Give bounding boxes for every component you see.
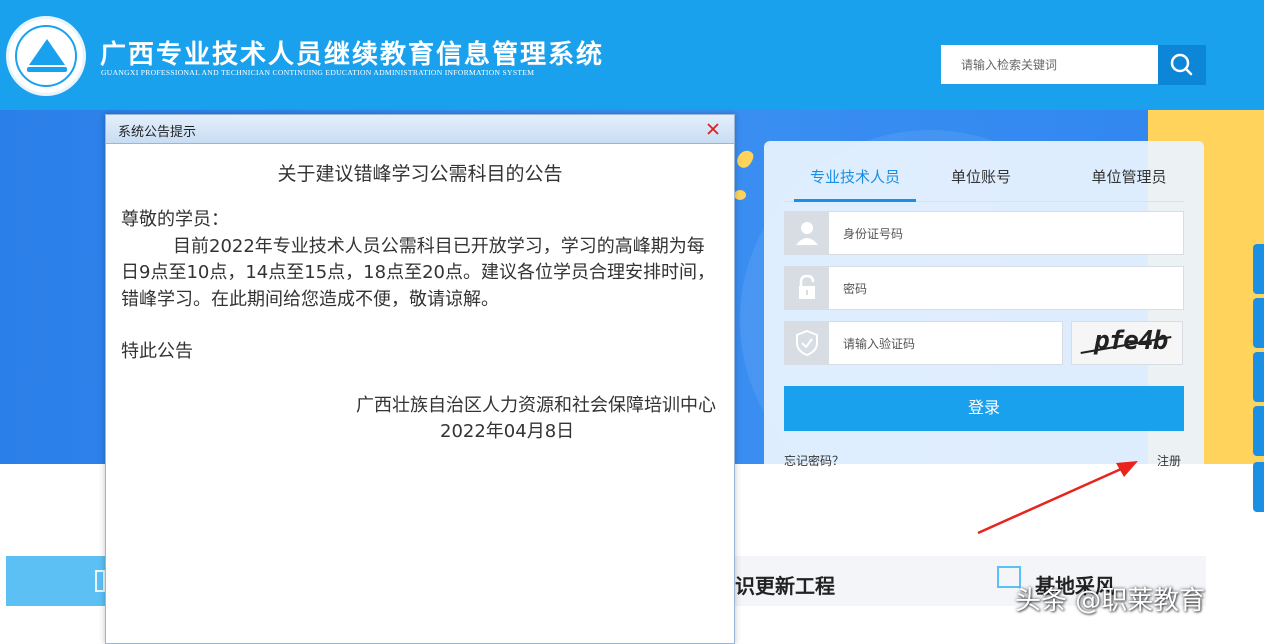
tab-unit-admin[interactable]: 单位管理员 — [1079, 161, 1179, 199]
shield-icon — [785, 322, 829, 364]
lock-icon — [785, 267, 829, 309]
captcha-input[interactable] — [841, 322, 1045, 366]
side-float-tab-2[interactable] — [1253, 298, 1264, 348]
site-title: 广西专业技术人员继续教育信息管理系统 — [100, 40, 605, 70]
site-header: 广西专业技术人员继续教育信息管理系统 GUANGXI PROFESSIONAL … — [0, 0, 1264, 110]
captcha-field — [784, 321, 1063, 366]
notice-body: 尊敬的学员： 目前2022年专业技术人员公需科目已开放学习，学习的高峰期为每日9… — [121, 207, 721, 366]
captcha-text: pfe4b — [1094, 326, 1168, 356]
notice-greeting: 尊敬的学员： — [121, 209, 229, 230]
book-icon — [95, 570, 105, 592]
register-link[interactable]: 注册 — [1157, 452, 1181, 469]
tab-unit-account[interactable]: 单位账号 — [939, 161, 1023, 199]
modal-close-button[interactable] — [704, 120, 722, 138]
id-number-input[interactable] — [841, 212, 1145, 256]
notice-closing: 特此公告 — [121, 341, 193, 362]
annotation-arrow-icon — [977, 461, 1138, 535]
notice-title: 关于建议错峰学习公需科目的公告 — [277, 163, 563, 185]
side-float-tab-5[interactable] — [1253, 462, 1264, 512]
side-float-tab-1[interactable] — [1253, 244, 1264, 294]
site-logo — [6, 16, 86, 96]
password-field — [784, 266, 1184, 311]
notice-paragraph: 目前2022年专业技术人员公需科目已开放学习，学习的高峰期为每日9点至10点，1… — [121, 235, 715, 310]
side-float-tab-3[interactable] — [1253, 352, 1264, 402]
search-icon — [1170, 53, 1193, 76]
login-tabs: 专业技术人员 单位账号 单位管理员 — [784, 161, 1184, 202]
announcement-modal: 系统公告提示 关于建议错峰学习公需科目的公告 尊敬的学员： 目前2022年专业技… — [105, 114, 735, 644]
login-panel: 专业技术人员 单位账号 单位管理员 身份证号码 请输入验证码 pfe4b 登录 … — [764, 141, 1204, 468]
tab-professional[interactable]: 专业技术人员 — [794, 161, 916, 202]
site-subtitle: GUANGXI PROFESSIONAL AND TECHNICIAN CONT… — [101, 68, 535, 77]
search-button[interactable] — [1158, 45, 1206, 85]
watermark-text: 头条 @职莱教育 — [1015, 586, 1206, 616]
login-button[interactable]: 登录 — [784, 386, 1184, 431]
notice-organization: 广西壮族自治区人力资源和社会保障培训中心 — [356, 395, 716, 416]
section-title-knowledge[interactable]: 识更新工程 — [735, 570, 835, 599]
notice-date: 2022年04月8日 — [440, 421, 575, 442]
close-icon — [707, 123, 719, 135]
search-input[interactable] — [941, 45, 1158, 84]
forgot-password-link[interactable]: 忘记密码？ — [784, 452, 844, 469]
side-float-tab-4[interactable] — [1253, 406, 1264, 456]
section-tab-active[interactable] — [6, 556, 106, 606]
user-icon — [785, 212, 829, 254]
modal-header: 系统公告提示 — [106, 115, 734, 144]
id-field — [784, 211, 1184, 256]
password-input[interactable] — [841, 267, 1145, 311]
captcha-image[interactable]: pfe4b — [1071, 321, 1183, 365]
modal-title: 系统公告提示 — [118, 125, 197, 140]
